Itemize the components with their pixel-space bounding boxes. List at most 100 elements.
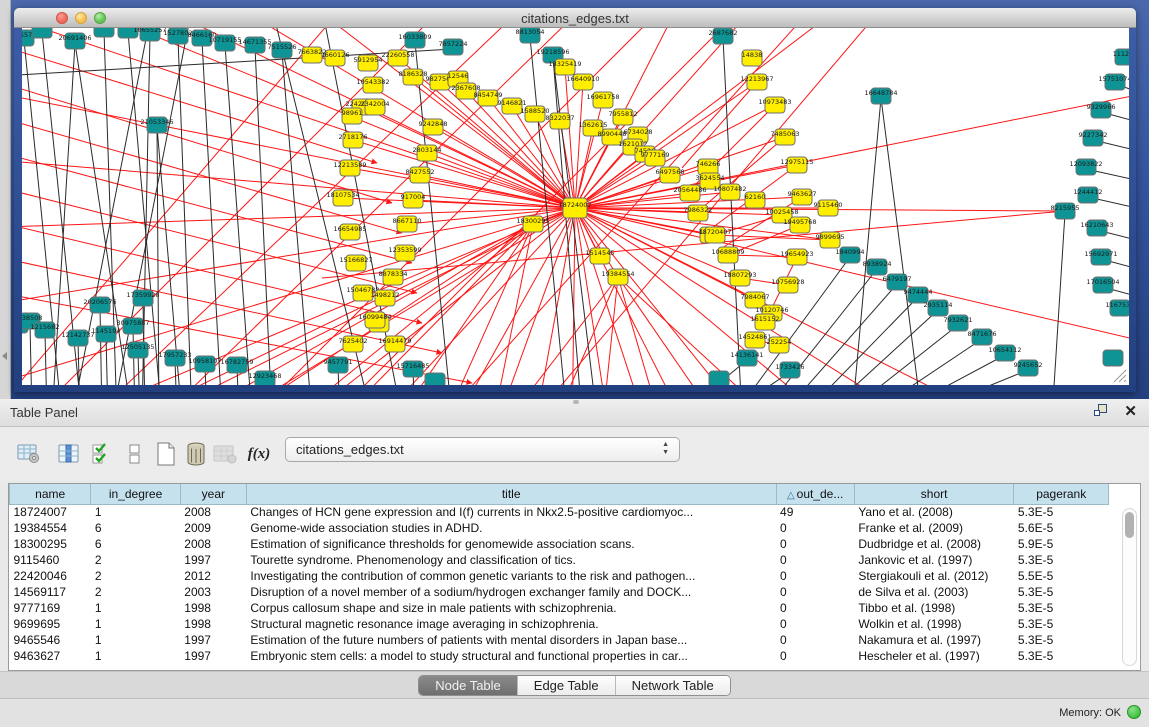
table-cell[interactable]: 9465546 bbox=[10, 632, 91, 648]
table-row[interactable]: 946554611997Estimation of the future num… bbox=[10, 632, 1109, 648]
table-row[interactable]: 1456911722003Disruption of a novel membe… bbox=[10, 584, 1109, 600]
graph-node[interactable] bbox=[709, 371, 729, 385]
network-window-titlebar[interactable]: citations_edges.txt bbox=[14, 8, 1136, 28]
table-cell[interactable]: 1997 bbox=[180, 648, 246, 664]
table-cell[interactable]: 2 bbox=[91, 584, 180, 600]
table-cell[interactable]: 2008 bbox=[180, 504, 246, 520]
graph-edge[interactable] bbox=[282, 52, 312, 385]
table-cell[interactable]: 5.3E-5 bbox=[1014, 648, 1109, 664]
column-header[interactable]: in_degree bbox=[91, 484, 180, 504]
table-cell[interactable]: 0 bbox=[776, 600, 854, 616]
table-settings-icon[interactable] bbox=[16, 441, 42, 467]
graph-node[interactable] bbox=[32, 28, 52, 38]
resize-grip-icon[interactable] bbox=[1109, 365, 1127, 383]
table-row[interactable]: 1830029562008Estimation of significance … bbox=[10, 536, 1109, 552]
table-row[interactable]: 1872400712008Changes of HCN gene express… bbox=[10, 504, 1109, 520]
table-panel-header[interactable]: Table Panel ✕ bbox=[0, 399, 1149, 427]
graph-edge[interactable] bbox=[343, 198, 575, 208]
table-cell[interactable]: 5.3E-5 bbox=[1014, 616, 1109, 632]
column-header[interactable]: title bbox=[246, 484, 776, 504]
table-row[interactable]: 946362711997Embryonic stem cells: a mode… bbox=[10, 648, 1109, 664]
table-cell[interactable]: 18724007 bbox=[10, 504, 91, 520]
graph-edge[interactable] bbox=[157, 127, 159, 385]
table-cell[interactable]: 5.3E-5 bbox=[1014, 552, 1109, 568]
table-cell[interactable]: 1 bbox=[91, 632, 180, 648]
function-builder-icon[interactable]: f(x) bbox=[246, 441, 272, 467]
graph-edge[interactable] bbox=[910, 370, 1028, 385]
column-header[interactable]: short bbox=[854, 484, 1014, 504]
tab-node-table[interactable]: Node Table bbox=[419, 676, 518, 695]
table-tabs[interactable]: Node TableEdge TableNetwork Table bbox=[418, 675, 731, 696]
tab-edge-table[interactable]: Edge Table bbox=[518, 676, 616, 695]
graph-node[interactable] bbox=[1103, 350, 1123, 366]
column-header[interactable]: year bbox=[180, 484, 246, 504]
table-cell[interactable]: Wolkin et al. (1998) bbox=[854, 616, 1014, 632]
table-cell[interactable]: 2009 bbox=[180, 520, 246, 536]
graph-edge[interactable] bbox=[492, 208, 575, 385]
table-cell[interactable]: 9699695 bbox=[10, 616, 91, 632]
table-cell[interactable]: 22420046 bbox=[10, 568, 91, 584]
table-cell[interactable]: 2008 bbox=[180, 536, 246, 552]
table-cell[interactable]: 5.3E-5 bbox=[1014, 584, 1109, 600]
table-cell[interactable]: 5.9E-5 bbox=[1014, 536, 1109, 552]
table-cell[interactable]: 18300295 bbox=[10, 536, 91, 552]
splitter-handle[interactable] bbox=[573, 400, 579, 404]
table-cell[interactable]: Yano et al. (2008) bbox=[854, 504, 1014, 520]
table-cell[interactable]: 5.3E-5 bbox=[1014, 504, 1109, 520]
table-cell[interactable]: Nakamura et al. (1997) bbox=[854, 632, 1014, 648]
table-cell[interactable]: Changes of HCN gene expression and I(f) … bbox=[246, 504, 776, 520]
graph-edge[interactable] bbox=[575, 88, 1129, 208]
table-cell[interactable]: 0 bbox=[776, 584, 854, 600]
table-cell[interactable]: 1997 bbox=[180, 552, 246, 568]
table-cell[interactable]: 1998 bbox=[180, 600, 246, 616]
table-cell[interactable]: 2012 bbox=[180, 568, 246, 584]
table-row[interactable]: 977716911998Corpus callosum shape and si… bbox=[10, 600, 1109, 616]
table-cell[interactable]: Corpus callosum shape and size in male p… bbox=[246, 600, 776, 616]
table-cell[interactable]: Structural magnetic resonance image aver… bbox=[246, 616, 776, 632]
column-header[interactable]: pagerank bbox=[1014, 484, 1109, 504]
table-row[interactable]: 1938455462009Genome-wide association stu… bbox=[10, 520, 1109, 536]
table-cell[interactable]: Tibbo et al. (1998) bbox=[854, 600, 1014, 616]
table-cell[interactable]: Hescheler et al. (1997) bbox=[854, 648, 1014, 664]
table-cell[interactable]: 1 bbox=[91, 616, 180, 632]
graph-node[interactable] bbox=[94, 28, 114, 37]
graph-edge[interactable] bbox=[22, 46, 377, 163]
graph-edge[interactable] bbox=[887, 355, 1005, 385]
float-window-icon[interactable] bbox=[1094, 404, 1110, 419]
graph-edge[interactable] bbox=[30, 323, 32, 385]
table-cell[interactable]: Embryonic stem cells: a model to study s… bbox=[246, 648, 776, 664]
select-all-icon[interactable] bbox=[88, 441, 114, 467]
column-header[interactable]: name bbox=[10, 484, 91, 504]
graph-edge[interactable] bbox=[492, 224, 533, 385]
table-cell[interactable]: 6 bbox=[91, 536, 180, 552]
table-cell[interactable]: Jankovic et al. (1997) bbox=[854, 552, 1014, 568]
table-row[interactable]: 969969511998Structural magnetic resonanc… bbox=[10, 616, 1109, 632]
new-table-icon[interactable] bbox=[153, 441, 179, 467]
table-cell[interactable]: 5.5E-5 bbox=[1014, 568, 1109, 584]
table-cell[interactable]: 1997 bbox=[180, 632, 246, 648]
network-window[interactable]: citations_edges.txt 24055724206914061065… bbox=[14, 8, 1136, 392]
table-cell[interactable]: 1 bbox=[91, 504, 180, 520]
node-table[interactable]: namein_degreeyeartitle△out_de...shortpag… bbox=[8, 483, 1141, 671]
table-cell[interactable]: 9463627 bbox=[10, 648, 91, 664]
tab-network-table[interactable]: Network Table bbox=[616, 676, 730, 695]
column-header[interactable]: △out_de... bbox=[776, 484, 854, 504]
graph-edge[interactable] bbox=[532, 208, 575, 385]
delete-column-icon[interactable] bbox=[183, 441, 209, 467]
rows-icon[interactable] bbox=[122, 441, 148, 467]
table-cell[interactable]: Franke et al. (2009) bbox=[854, 520, 1014, 536]
table-cell[interactable]: 14569117 bbox=[10, 584, 91, 600]
table-cell[interactable]: 0 bbox=[776, 536, 854, 552]
network-canvas[interactable]: 2405572420691406106552571527802846616010… bbox=[22, 28, 1129, 385]
table-cell[interactable]: 5.3E-5 bbox=[1014, 632, 1109, 648]
table-cell[interactable]: 1 bbox=[91, 600, 180, 616]
table-cell[interactable]: Disruption of a novel member of a sodium… bbox=[246, 584, 776, 600]
table-cell[interactable]: Dudbridge et al. (2008) bbox=[854, 536, 1014, 552]
graph-edge[interactable] bbox=[682, 82, 757, 168]
graph-edge[interactable] bbox=[1052, 213, 1065, 385]
table-cell[interactable]: 0 bbox=[776, 520, 854, 536]
table-cell[interactable]: Genome-wide association studies in ADHD. bbox=[246, 520, 776, 536]
citation-network-graph[interactable]: 2405572420691406106552571527802846616010… bbox=[22, 28, 1129, 385]
table-cell[interactable]: 0 bbox=[776, 616, 854, 632]
graph-edge[interactable] bbox=[852, 98, 881, 385]
